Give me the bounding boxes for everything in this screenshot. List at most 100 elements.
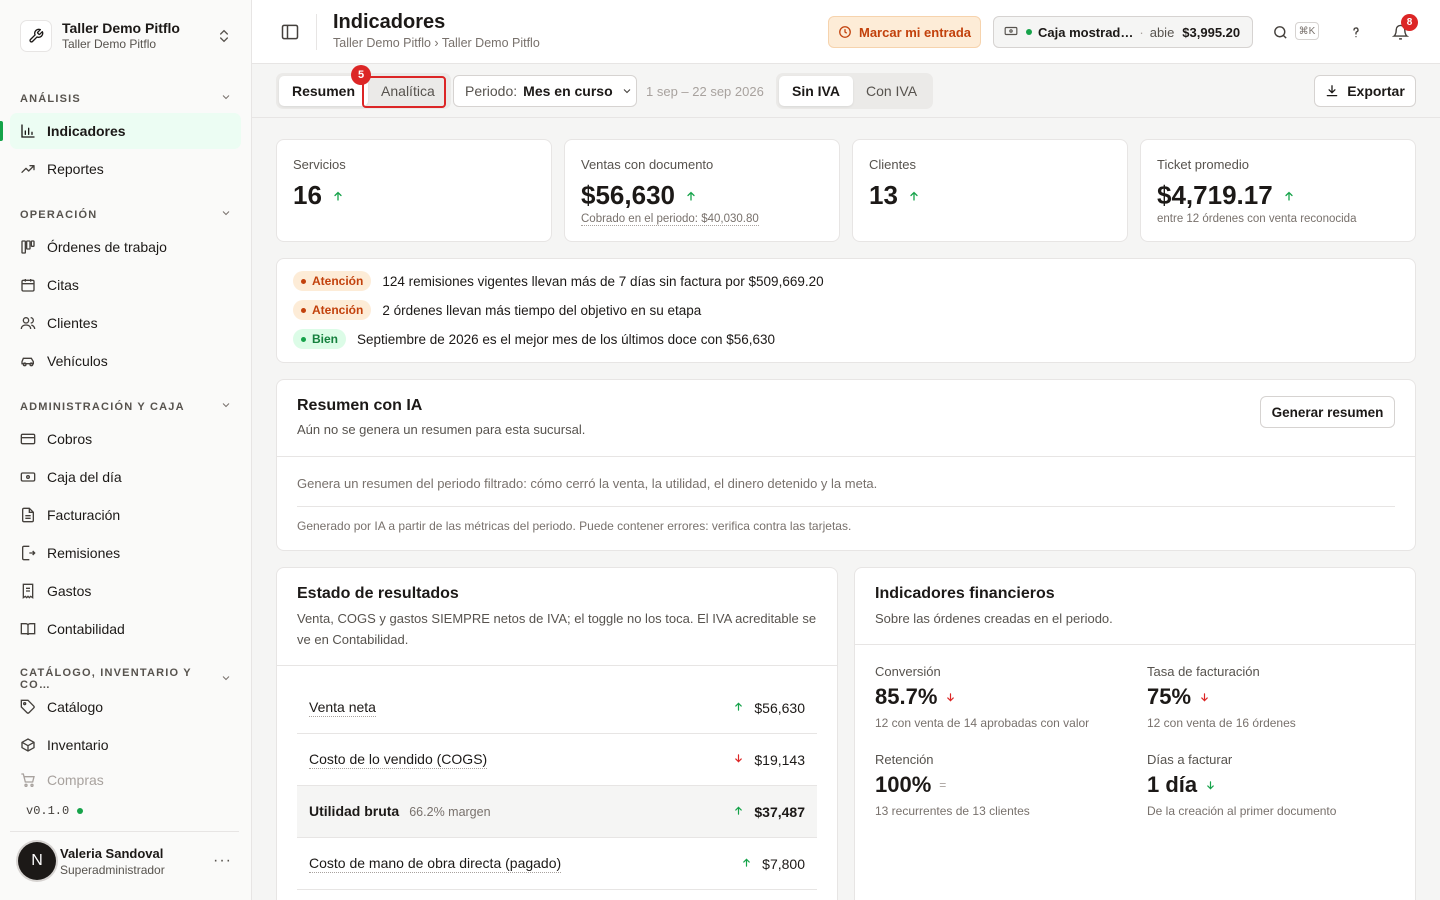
- export-button[interactable]: Exportar: [1314, 75, 1416, 107]
- sidebar-item-vehiculos[interactable]: Vehículos: [10, 343, 241, 379]
- arrow-up-icon: [733, 804, 744, 820]
- income-row[interactable]: Costo de mano de obra directa (pagado) $…: [297, 838, 817, 890]
- metric-note: De la creación al primer documento: [1147, 804, 1337, 818]
- divider: [855, 644, 1415, 645]
- tab-sin-iva[interactable]: Sin IVA: [779, 76, 853, 106]
- cash-register-selector[interactable]: Caja mostrad… · abie $3,995.20: [993, 16, 1253, 48]
- version-label: v0.1.0: [26, 804, 70, 818]
- sidebar-item-label: Clientes: [47, 315, 98, 331]
- metric-label: Días a facturar: [1147, 752, 1233, 767]
- notification-badge: 8: [1401, 14, 1418, 31]
- sidebar-item-label: Vehículos: [47, 353, 108, 369]
- section-subtitle: Venta, COGS y gastos SIEMPRE netos de IV…: [297, 611, 817, 647]
- section-operation-label: OPERACIÓN: [20, 208, 98, 221]
- kpi-value: $56,630: [581, 180, 675, 210]
- metric-value: 1 día: [1147, 772, 1198, 797]
- arrow-down-icon: [1205, 779, 1216, 792]
- alert-row: Atención 124 remisiones vigentes llevan …: [293, 271, 824, 291]
- sidebar-item-contabilidad[interactable]: Contabilidad: [10, 611, 241, 647]
- income-row[interactable]: Utilidad bruta 66.2% margen $37,487: [297, 786, 817, 838]
- status-badge-label: Atención: [312, 303, 364, 317]
- cart-icon: [20, 772, 36, 788]
- sidebar-item-label: Indicadores: [47, 123, 126, 139]
- check-in-button[interactable]: Marcar mi entrada: [828, 16, 981, 48]
- income-row[interactable]: Costo de lo vendido (COGS) $19,143: [297, 734, 817, 786]
- section-admin[interactable]: ADMINISTRACIÓN Y CAJA: [20, 399, 232, 414]
- alert-text: 124 remisiones vigentes llevan más de 7 …: [382, 273, 824, 289]
- income-row[interactable]: Venta neta $56,630: [297, 682, 817, 734]
- help-icon[interactable]: [1346, 22, 1366, 42]
- cash-register-state: abie: [1149, 24, 1175, 40]
- period-label: Periodo:: [465, 83, 518, 99]
- filters-toolbar: Resumen Analítica 5 Periodo: Mes en curs…: [252, 64, 1440, 118]
- user-menu[interactable]: N Valeria Sandoval Superadministrador ··…: [18, 840, 240, 882]
- sidebar-item-label: Caja del día: [47, 469, 122, 485]
- divider: [316, 14, 317, 50]
- metric-note: 12 con venta de 14 aprobadas con valor: [875, 716, 1090, 730]
- equals-icon: =: [939, 778, 947, 792]
- search-icon[interactable]: [1270, 22, 1290, 42]
- file-export-icon: [20, 545, 36, 561]
- sidebar-item-gastos[interactable]: Gastos: [10, 573, 241, 609]
- metric-retention: Retención 100% = 13 recurrentes de 13 cl…: [875, 752, 1135, 818]
- sidebar-item-facturacion[interactable]: Facturación: [10, 497, 241, 533]
- metric-billing-rate: Tasa de facturación 75% 12 con venta de …: [1147, 664, 1407, 730]
- section-analysis-label: ANÁLISIS: [20, 92, 81, 105]
- kpi-value: 13: [869, 180, 898, 210]
- separator: ·: [1139, 24, 1144, 40]
- metric-label: Conversión: [875, 664, 941, 679]
- sidebar-item-citas[interactable]: Citas: [10, 267, 241, 303]
- wrench-icon: [20, 20, 52, 52]
- highlight-badge: 5: [351, 65, 371, 85]
- alert-row: Bien Septiembre de 2026 es el mejor mes …: [293, 329, 775, 349]
- alerts-card: Atención 124 remisiones vigentes llevan …: [276, 258, 1416, 363]
- arrow-up-icon: [332, 189, 344, 203]
- generate-summary-button[interactable]: Generar resumen: [1260, 396, 1395, 428]
- sidebar-item-inventario[interactable]: Inventario: [10, 727, 241, 763]
- arrow-up-icon: [1283, 189, 1295, 203]
- users-icon: [20, 315, 36, 331]
- download-icon: [1325, 84, 1339, 98]
- divider: [277, 665, 837, 666]
- sidebar-item-label: Órdenes de trabajo: [47, 239, 167, 255]
- page-title: Indicadores: [333, 11, 446, 33]
- breadcrumb[interactable]: Taller Demo Pitflo › Taller Demo Pitflo: [333, 36, 540, 50]
- sidebar-item-ordenes[interactable]: Órdenes de trabajo: [10, 229, 241, 265]
- sidebar-toggle-icon[interactable]: [280, 22, 300, 42]
- income-row-amount: $7,800: [762, 855, 805, 872]
- sidebar-item-label: Cobros: [47, 431, 93, 447]
- section-catalog[interactable]: CATÁLOGO, INVENTARIO Y CO…: [20, 667, 232, 691]
- metric-conversion: Conversión 85.7% 12 con venta de 14 apro…: [875, 664, 1135, 730]
- highlight-box: [362, 76, 446, 108]
- status-dot: [77, 808, 84, 814]
- status-badge-label: Bien: [312, 332, 339, 346]
- sidebar-item-remisiones[interactable]: Remisiones: [10, 535, 241, 571]
- period-select[interactable]: Periodo: Mes en curso: [453, 75, 637, 107]
- sidebar-item-indicadores[interactable]: Indicadores: [0, 113, 241, 149]
- arrow-up-icon: [741, 856, 752, 872]
- sidebar-item-cobros[interactable]: Cobros: [10, 421, 241, 457]
- divider: [10, 831, 239, 832]
- sidebar-item-compras[interactable]: Compras: [10, 765, 241, 795]
- divider: [297, 506, 1395, 507]
- more-horizontal-icon[interactable]: ···: [213, 852, 232, 870]
- section-operation[interactable]: OPERACIÓN: [20, 207, 232, 222]
- kpi-label: Ventas con documento: [581, 157, 714, 172]
- kpi-label: Ticket promedio: [1157, 157, 1249, 172]
- kanban-icon: [20, 239, 36, 255]
- sidebar-item-reportes[interactable]: Reportes: [10, 151, 241, 187]
- tab-con-iva[interactable]: Con IVA: [853, 76, 930, 106]
- metric-value: 100%: [875, 772, 932, 797]
- section-analysis[interactable]: ANÁLISIS: [20, 91, 232, 106]
- book-icon: [20, 621, 36, 637]
- chevrons-up-down-icon: [216, 28, 232, 44]
- kpi-label: Clientes: [869, 157, 916, 172]
- org-name: Taller Demo Pitflo: [62, 20, 180, 36]
- sidebar-item-caja[interactable]: Caja del día: [10, 459, 241, 495]
- iva-toggle: Sin IVA Con IVA: [776, 73, 934, 109]
- kpi-note: entre 12 órdenes con venta reconocida: [1157, 213, 1357, 225]
- org-switcher[interactable]: Taller Demo Pitflo Taller Demo Pitflo: [10, 10, 242, 62]
- sidebar-item-clientes[interactable]: Clientes: [10, 305, 241, 341]
- sidebar-item-catalogo[interactable]: Catálogo: [10, 689, 241, 725]
- kpi-value: 16: [293, 180, 322, 210]
